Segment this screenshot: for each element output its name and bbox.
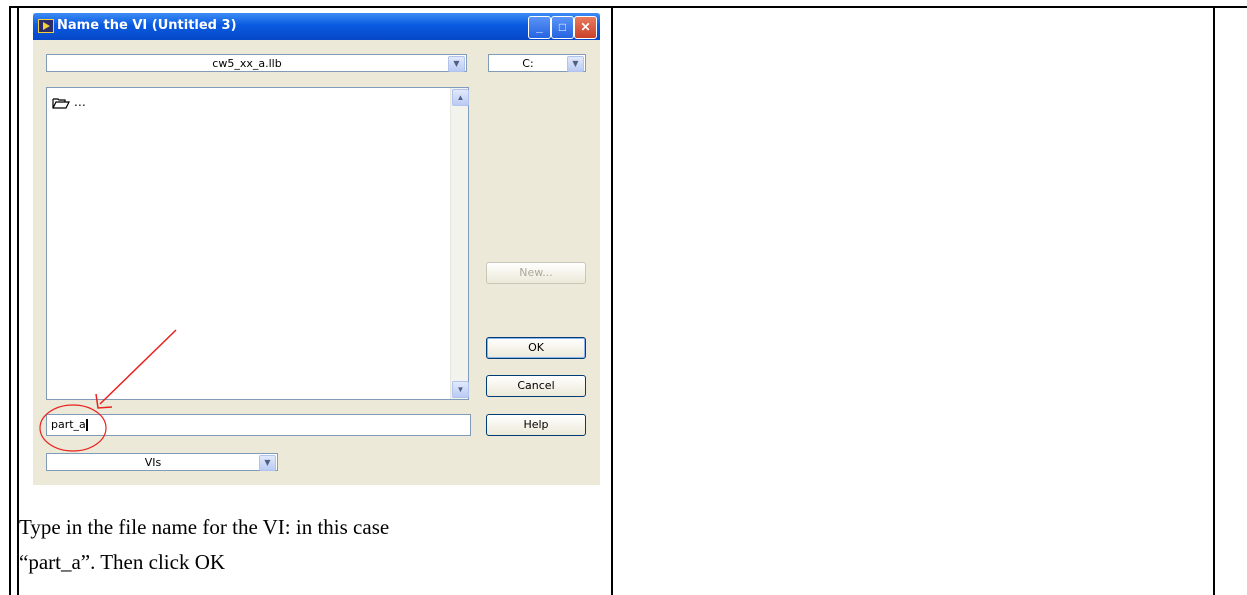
help-button[interactable]: Help: [486, 414, 586, 436]
chevron-down-icon[interactable]: ▼: [448, 56, 465, 72]
filename-value: part_a: [51, 418, 86, 431]
instruction-caption: Type in the file name for the VI: in thi…: [19, 510, 599, 580]
scroll-down-icon[interactable]: ▼: [452, 381, 469, 398]
new-button[interactable]: New...: [486, 262, 586, 284]
open-folder-icon: [52, 97, 70, 109]
library-path-value: cw5_xx_a.llb: [212, 57, 282, 70]
text-caret: [85, 419, 88, 431]
close-icon[interactable]: ✕: [574, 16, 597, 39]
drive-value: C:: [522, 57, 534, 70]
file-list[interactable]: … ▲ ▼: [46, 87, 469, 400]
list-item-label: …: [73, 95, 86, 109]
scroll-up-icon[interactable]: ▲: [452, 89, 469, 106]
dialog-title: Name the VI (Untitled 3): [57, 18, 237, 33]
table-left-outer-border: [9, 6, 11, 595]
file-list-scrollbar[interactable]: ▲ ▼: [450, 88, 469, 399]
library-path-select[interactable]: cw5_xx_a.llb ▼: [46, 54, 467, 72]
filetype-select[interactable]: VIs ▼: [46, 453, 278, 471]
caption-line-1: Type in the file name for the VI: in thi…: [19, 515, 390, 539]
caption-line-2: “part_a”. Then click OK: [19, 550, 226, 574]
filename-input[interactable]: part_a: [46, 414, 471, 436]
filetype-value: VIs: [144, 456, 162, 469]
list-item[interactable]: …: [52, 95, 86, 109]
table-right-border: [1213, 6, 1215, 595]
chevron-down-icon[interactable]: ▼: [259, 455, 276, 471]
table-left-border: [17, 6, 19, 595]
ok-button[interactable]: OK: [486, 337, 586, 359]
dialog-titlebar[interactable]: Name the VI (Untitled 3) _ □ ✕: [33, 13, 600, 40]
table-column-divider: [611, 6, 613, 595]
maximize-icon[interactable]: □: [551, 16, 574, 39]
drive-select[interactable]: C: ▼: [488, 54, 586, 72]
labview-icon: [38, 19, 54, 33]
table-top-border: [9, 6, 1247, 8]
minimize-icon[interactable]: _: [528, 16, 551, 39]
chevron-down-icon[interactable]: ▼: [567, 56, 584, 72]
cancel-button[interactable]: Cancel: [486, 375, 586, 397]
save-dialog: Name the VI (Untitled 3) _ □ ✕ cw5_xx_a.…: [33, 13, 600, 485]
